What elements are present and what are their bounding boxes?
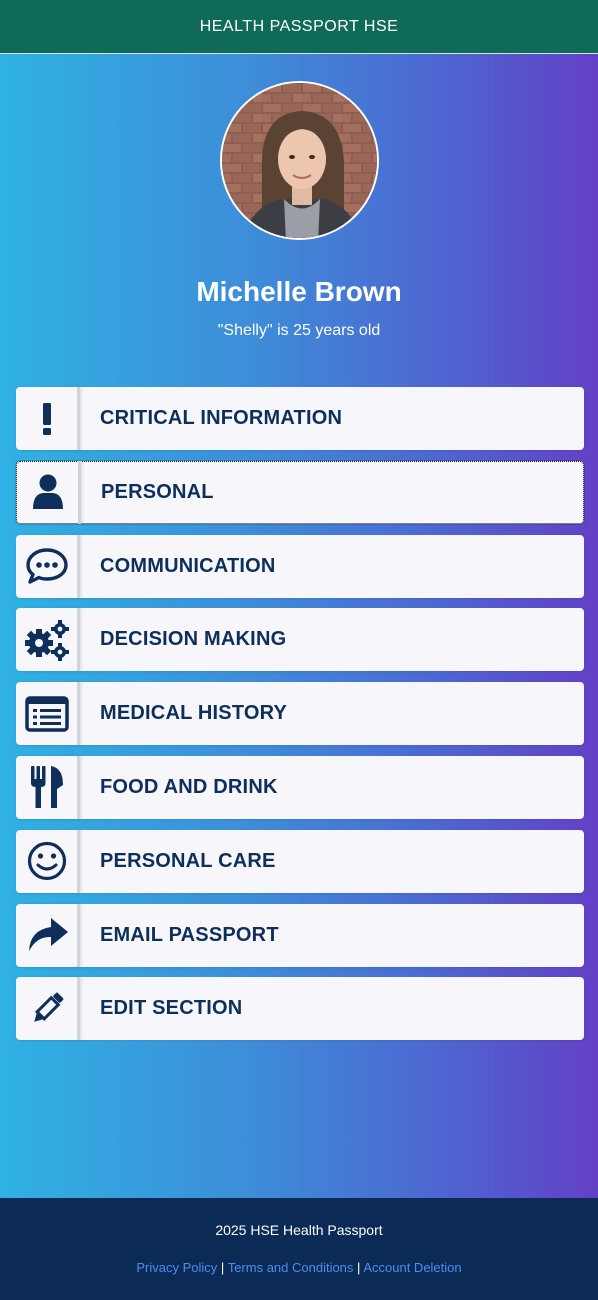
profile-name: Michelle Brown — [196, 276, 402, 307]
smile-icon — [16, 829, 80, 893]
menu-item-communication[interactable]: COMMUNICATION — [16, 534, 584, 598]
menu-label: FOOD AND DRINK — [100, 775, 278, 798]
link-separator: | — [220, 1260, 225, 1275]
menu-label: CRITICAL INFORMATION — [100, 407, 343, 429]
menu-label: DECISION MAKING — [100, 628, 287, 651]
main-content: Michelle Brown "Shelly" is 25 years old … — [0, 54, 598, 1198]
user-icon — [17, 460, 81, 524]
menu-item-medical-history[interactable]: MEDICAL HISTORY — [16, 682, 584, 746]
app-title: HEALTH PASSPORT HSE — [199, 17, 399, 35]
menu-item-decision-making[interactable]: DECISION MAKING — [16, 608, 584, 672]
avatar-photo — [222, 83, 377, 238]
profile-nickname: Shelly — [223, 322, 267, 339]
footer-links: Privacy Policy | Terms and Conditions | … — [0, 1260, 598, 1275]
menu-item-edit-section[interactable]: EDIT SECTION — [16, 977, 584, 1041]
app-header: HEALTH PASSPORT HSE — [0, 0, 598, 54]
privacy-policy-link[interactable]: Privacy Policy — [136, 1260, 217, 1275]
gears-icon — [16, 608, 80, 672]
menu-item-food-and-drink[interactable]: FOOD AND DRINK — [16, 755, 584, 819]
profile-age: is 25 years old — [277, 322, 381, 339]
exclamation-icon — [16, 387, 80, 450]
menu-label: PERSONAL — [101, 480, 214, 503]
profile-subtitle: "Shelly" is 25 years old — [217, 322, 381, 339]
share-arrow-icon — [16, 903, 80, 967]
avatar — [220, 81, 379, 240]
footer-copyright: 2025 HSE Health Passport — [215, 1222, 383, 1238]
pencil-icon — [16, 977, 80, 1041]
footer: 2025 HSE Health Passport Privacy Policy … — [0, 1198, 598, 1300]
utensils-icon — [16, 755, 80, 819]
link-separator: | — [357, 1260, 361, 1275]
menu-label: COMMUNICATION — [100, 554, 276, 577]
speech-bubble-icon — [16, 534, 80, 598]
account-deletion-link[interactable]: Account Deletion — [363, 1260, 461, 1275]
menu-label: MEDICAL HISTORY — [100, 702, 288, 725]
menu-label: EMAIL PASSPORT — [100, 923, 279, 946]
section-menu: CRITICAL INFORMATION PERSONAL COMMUNICAT… — [16, 387, 584, 1051]
terms-link[interactable]: Terms and Conditions — [228, 1260, 354, 1275]
menu-item-personal[interactable]: PERSONAL — [16, 460, 584, 524]
menu-item-personal-care[interactable]: PERSONAL CARE — [16, 829, 584, 893]
menu-label: EDIT SECTION — [100, 997, 243, 1020]
menu-label: PERSONAL CARE — [100, 849, 276, 872]
menu-item-email-passport[interactable]: EMAIL PASSPORT — [16, 903, 584, 967]
list-card-icon — [16, 682, 80, 746]
menu-item-critical-information[interactable]: CRITICAL INFORMATION — [16, 387, 584, 450]
